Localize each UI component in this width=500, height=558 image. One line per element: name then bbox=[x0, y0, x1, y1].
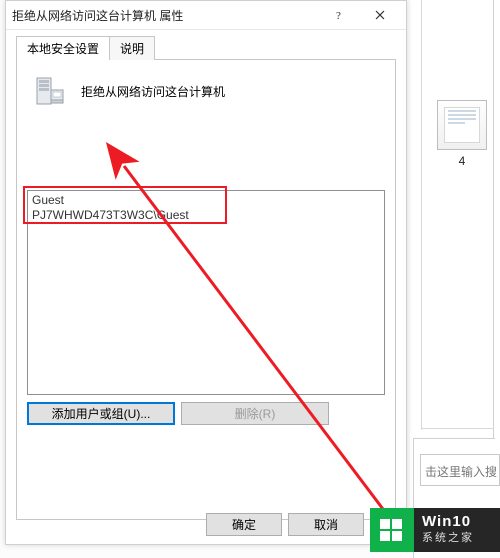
close-icon bbox=[375, 10, 385, 20]
window-title: 拒绝从网络访问这台计算机 属性 bbox=[12, 7, 320, 24]
windows-icon bbox=[379, 517, 405, 543]
titlebar[interactable]: 拒绝从网络访问这台计算机 属性 ? bbox=[6, 1, 406, 30]
close-button[interactable] bbox=[360, 2, 400, 28]
help-button[interactable]: ? bbox=[320, 2, 360, 28]
watermark-badge: Win10 系统之家 bbox=[370, 502, 500, 558]
cancel-button[interactable]: 取消 bbox=[288, 513, 364, 536]
help-icon: ? bbox=[335, 10, 345, 20]
tab-local-security-settings[interactable]: 本地安全设置 bbox=[16, 36, 110, 60]
policy-description: 拒绝从网络访问这台计算机 bbox=[81, 83, 225, 100]
tab-strip: 本地安全设置 说明 bbox=[16, 36, 396, 60]
background-search-hint: 击这里输入搜 bbox=[420, 454, 500, 486]
ok-button[interactable]: 确定 bbox=[206, 513, 282, 536]
watermark-line1: Win10 bbox=[422, 513, 490, 530]
policy-header: 拒绝从网络访问这台计算机 bbox=[27, 70, 385, 112]
svg-text:?: ? bbox=[336, 10, 341, 20]
add-user-or-group-button[interactable]: 添加用户或组(U)... bbox=[27, 402, 175, 425]
users-listbox[interactable]: Guest PJ7WHWD473T3W3C\Guest bbox=[27, 190, 385, 395]
user-entry-1[interactable]: Guest bbox=[32, 193, 380, 208]
user-entry-2[interactable]: PJ7WHWD473T3W3C\Guest bbox=[32, 208, 380, 223]
watermark-line2: 系统之家 bbox=[422, 530, 490, 547]
tab-panel-local-security: 拒绝从网络访问这台计算机 Guest PJ7WHWD473T3W3C\Guest… bbox=[16, 60, 396, 520]
remove-button: 删除(R) bbox=[181, 402, 329, 425]
properties-dialog: 拒绝从网络访问这台计算机 属性 ? 本地安全设置 说明 bbox=[5, 0, 407, 545]
server-icon bbox=[33, 74, 67, 108]
tab-explain[interactable]: 说明 bbox=[109, 36, 155, 60]
watermark-logo bbox=[370, 508, 414, 552]
thumbnail-preview[interactable] bbox=[437, 100, 487, 150]
thumbnail-label: 4 bbox=[437, 154, 487, 168]
